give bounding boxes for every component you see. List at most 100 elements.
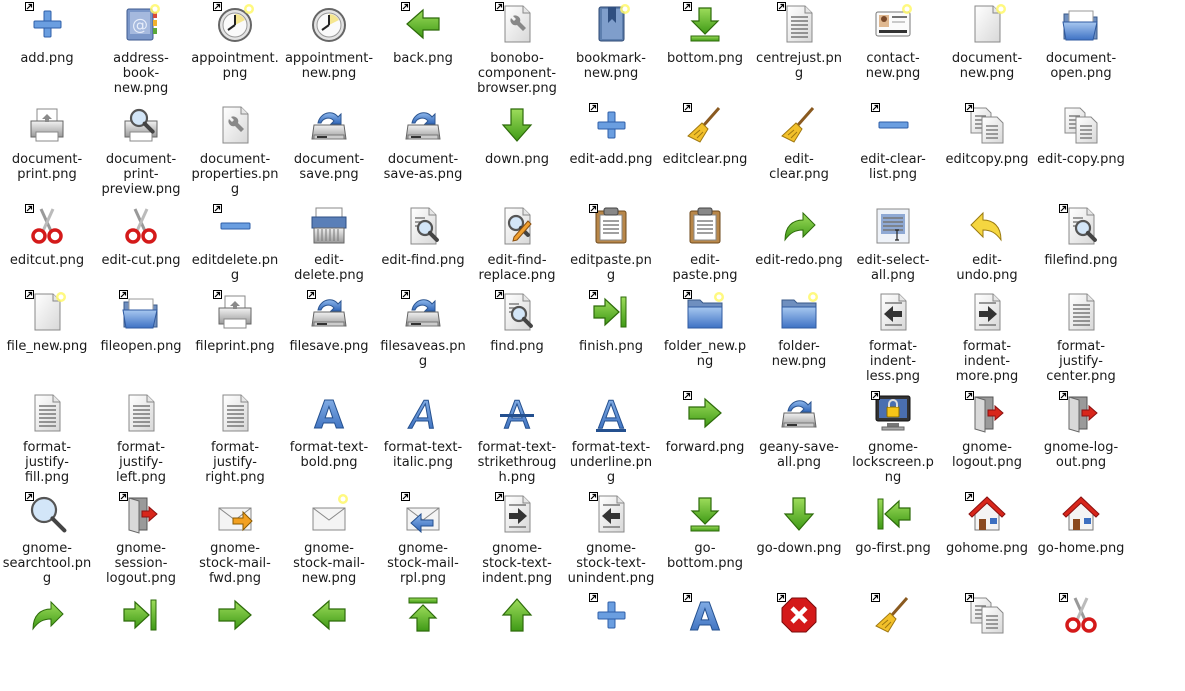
svg-text:A: A bbox=[504, 393, 530, 433]
file-item[interactable]: contact- new.png bbox=[846, 0, 940, 100]
file-item[interactable]: format- indent- less.png bbox=[846, 288, 940, 388]
file-item[interactable]: gnome- session- logout.png bbox=[94, 490, 188, 590]
file-name-label: document- save-as.png bbox=[383, 152, 463, 182]
file-item[interactable]: gnome-log- out.png bbox=[1034, 389, 1128, 489]
file-item[interactable]: edit-clear- list.png bbox=[846, 101, 940, 201]
file-item[interactable]: document- print- preview.png bbox=[94, 101, 188, 201]
file-item[interactable]: edit-add.png bbox=[564, 101, 658, 201]
file-item[interactable] bbox=[282, 591, 376, 691]
file-item[interactable] bbox=[188, 591, 282, 691]
file-item[interactable]: edit- clear.png bbox=[752, 101, 846, 201]
file-item[interactable]: edit-redo.png bbox=[752, 202, 846, 302]
file-item[interactable]: document- properties.pn g bbox=[188, 101, 282, 201]
file-item[interactable]: go-home.png bbox=[1034, 490, 1128, 590]
file-item[interactable]: editdelete.pn g bbox=[188, 202, 282, 302]
file-item[interactable]: Aformat-text- strikethroug h.png bbox=[470, 389, 564, 489]
file-item[interactable]: file_new.png bbox=[0, 288, 94, 388]
file-item[interactable]: gnome- stock-text- unindent.png bbox=[564, 490, 658, 590]
file-name-label: edit- paste.png bbox=[672, 253, 738, 283]
file-item[interactable]: document- save.png bbox=[282, 101, 376, 201]
file-item[interactable]: edit-select- all.png bbox=[846, 202, 940, 302]
file-item[interactable]: folder_new.p ng bbox=[658, 288, 752, 388]
file-item[interactable]: format- justify- right.png bbox=[188, 389, 282, 489]
file-item[interactable]: edit-find.png bbox=[376, 202, 470, 302]
file-item[interactable] bbox=[564, 591, 658, 691]
file-item[interactable]: filefind.png bbox=[1034, 202, 1128, 302]
file-item[interactable]: A bbox=[658, 591, 752, 691]
file-item[interactable]: gnome- lockscreen.p ng bbox=[846, 389, 940, 489]
file-item[interactable]: editpaste.pn g bbox=[564, 202, 658, 302]
file-name-label: bonobo- component- browser.png bbox=[477, 51, 557, 96]
file-item[interactable]: filesaveas.pn g bbox=[376, 288, 470, 388]
symlink-arrow-icon bbox=[965, 492, 974, 501]
file-item[interactable]: document- open.png bbox=[1034, 0, 1128, 100]
file-item[interactable]: fileopen.png bbox=[94, 288, 188, 388]
file-item[interactable]: Aformat-text- bold.png bbox=[282, 389, 376, 489]
scissors-icon bbox=[25, 204, 67, 246]
file-item[interactable]: edit- undo.png bbox=[940, 202, 1034, 302]
file-item[interactable]: format- justify- fill.png bbox=[0, 389, 94, 489]
file-item[interactable]: gohome.png bbox=[940, 490, 1034, 590]
symlink-arrow-icon bbox=[401, 492, 410, 501]
file-item[interactable]: bonobo- component- browser.png bbox=[470, 0, 564, 100]
file-item[interactable]: gnome- stock-text- indent.png bbox=[470, 490, 564, 590]
symlink-arrow-icon bbox=[777, 593, 786, 602]
file-item[interactable]: centrejust.pn g bbox=[752, 0, 846, 100]
file-name-label: format-text- italic.png bbox=[383, 440, 463, 470]
file-name-label: gnome- stock-text- unindent.png bbox=[567, 541, 655, 586]
file-item[interactable]: bottom.png bbox=[658, 0, 752, 100]
file-item[interactable]: bookmark- new.png bbox=[564, 0, 658, 100]
file-name-label: edit-add.png bbox=[569, 152, 653, 167]
redo-arrow-icon bbox=[27, 595, 67, 635]
file-item[interactable]: appointment- new.png bbox=[282, 0, 376, 100]
file-item[interactable]: @ address- book- new.png bbox=[94, 0, 188, 100]
file-item[interactable]: gnome- stock-mail- rpl.png bbox=[376, 490, 470, 590]
file-item[interactable]: forward.png bbox=[658, 389, 752, 489]
file-item[interactable] bbox=[470, 591, 564, 691]
file-item[interactable]: fileprint.png bbox=[188, 288, 282, 388]
file-name-label: bottom.png bbox=[667, 51, 743, 66]
file-item[interactable]: Aformat-text- underline.pn g bbox=[564, 389, 658, 489]
file-item[interactable]: appointment. png bbox=[188, 0, 282, 100]
file-item[interactable]: edit- paste.png bbox=[658, 202, 752, 302]
file-item[interactable]: document- new.png bbox=[940, 0, 1034, 100]
file-item[interactable]: format- justify- center.png bbox=[1034, 288, 1128, 388]
file-item[interactable]: filesave.png bbox=[282, 288, 376, 388]
file-item[interactable]: format- indent- more.png bbox=[940, 288, 1034, 388]
file-item[interactable]: find.png bbox=[470, 288, 564, 388]
file-item[interactable]: edit-find- replace.png bbox=[470, 202, 564, 302]
file-item[interactable]: editclear.png bbox=[658, 101, 752, 201]
file-item[interactable]: finish.png bbox=[564, 288, 658, 388]
symlink-arrow-icon bbox=[589, 593, 598, 602]
file-item[interactable]: folder- new.png bbox=[752, 288, 846, 388]
file-item[interactable]: go- bottom.png bbox=[658, 490, 752, 590]
file-item[interactable]: document- save-as.png bbox=[376, 101, 470, 201]
file-item[interactable]: document- print.png bbox=[0, 101, 94, 201]
file-item[interactable]: format- justify- left.png bbox=[94, 389, 188, 489]
file-item[interactable] bbox=[1034, 591, 1128, 691]
letter-a-italic-icon: A bbox=[403, 393, 443, 433]
file-item[interactable]: geany-save- all.png bbox=[752, 389, 846, 489]
file-item[interactable]: gnome- logout.png bbox=[940, 389, 1034, 489]
file-item[interactable]: gnome- searchtool.pn g bbox=[0, 490, 94, 590]
file-item[interactable] bbox=[0, 591, 94, 691]
file-item[interactable]: go-first.png bbox=[846, 490, 940, 590]
file-item[interactable]: Aformat-text- italic.png bbox=[376, 389, 470, 489]
file-item[interactable]: gnome- stock-mail- new.png bbox=[282, 490, 376, 590]
file-item[interactable] bbox=[940, 591, 1034, 691]
file-item[interactable]: editcut.png bbox=[0, 202, 94, 302]
file-item[interactable] bbox=[94, 591, 188, 691]
file-item[interactable]: edit-copy.png bbox=[1034, 101, 1128, 201]
file-item[interactable]: gnome- stock-mail- fwd.png bbox=[188, 490, 282, 590]
file-item[interactable]: edit-cut.png bbox=[94, 202, 188, 302]
save-drive-icon bbox=[307, 290, 349, 332]
file-item[interactable] bbox=[376, 591, 470, 691]
file-item[interactable]: edit- delete.png bbox=[282, 202, 376, 302]
file-item[interactable] bbox=[846, 591, 940, 691]
file-item[interactable]: down.png bbox=[470, 101, 564, 201]
file-item[interactable] bbox=[752, 591, 846, 691]
file-item[interactable]: go-down.png bbox=[752, 490, 846, 590]
file-item[interactable]: add.png bbox=[0, 0, 94, 100]
file-item[interactable]: back.png bbox=[376, 0, 470, 100]
file-item[interactable]: editcopy.png bbox=[940, 101, 1034, 201]
